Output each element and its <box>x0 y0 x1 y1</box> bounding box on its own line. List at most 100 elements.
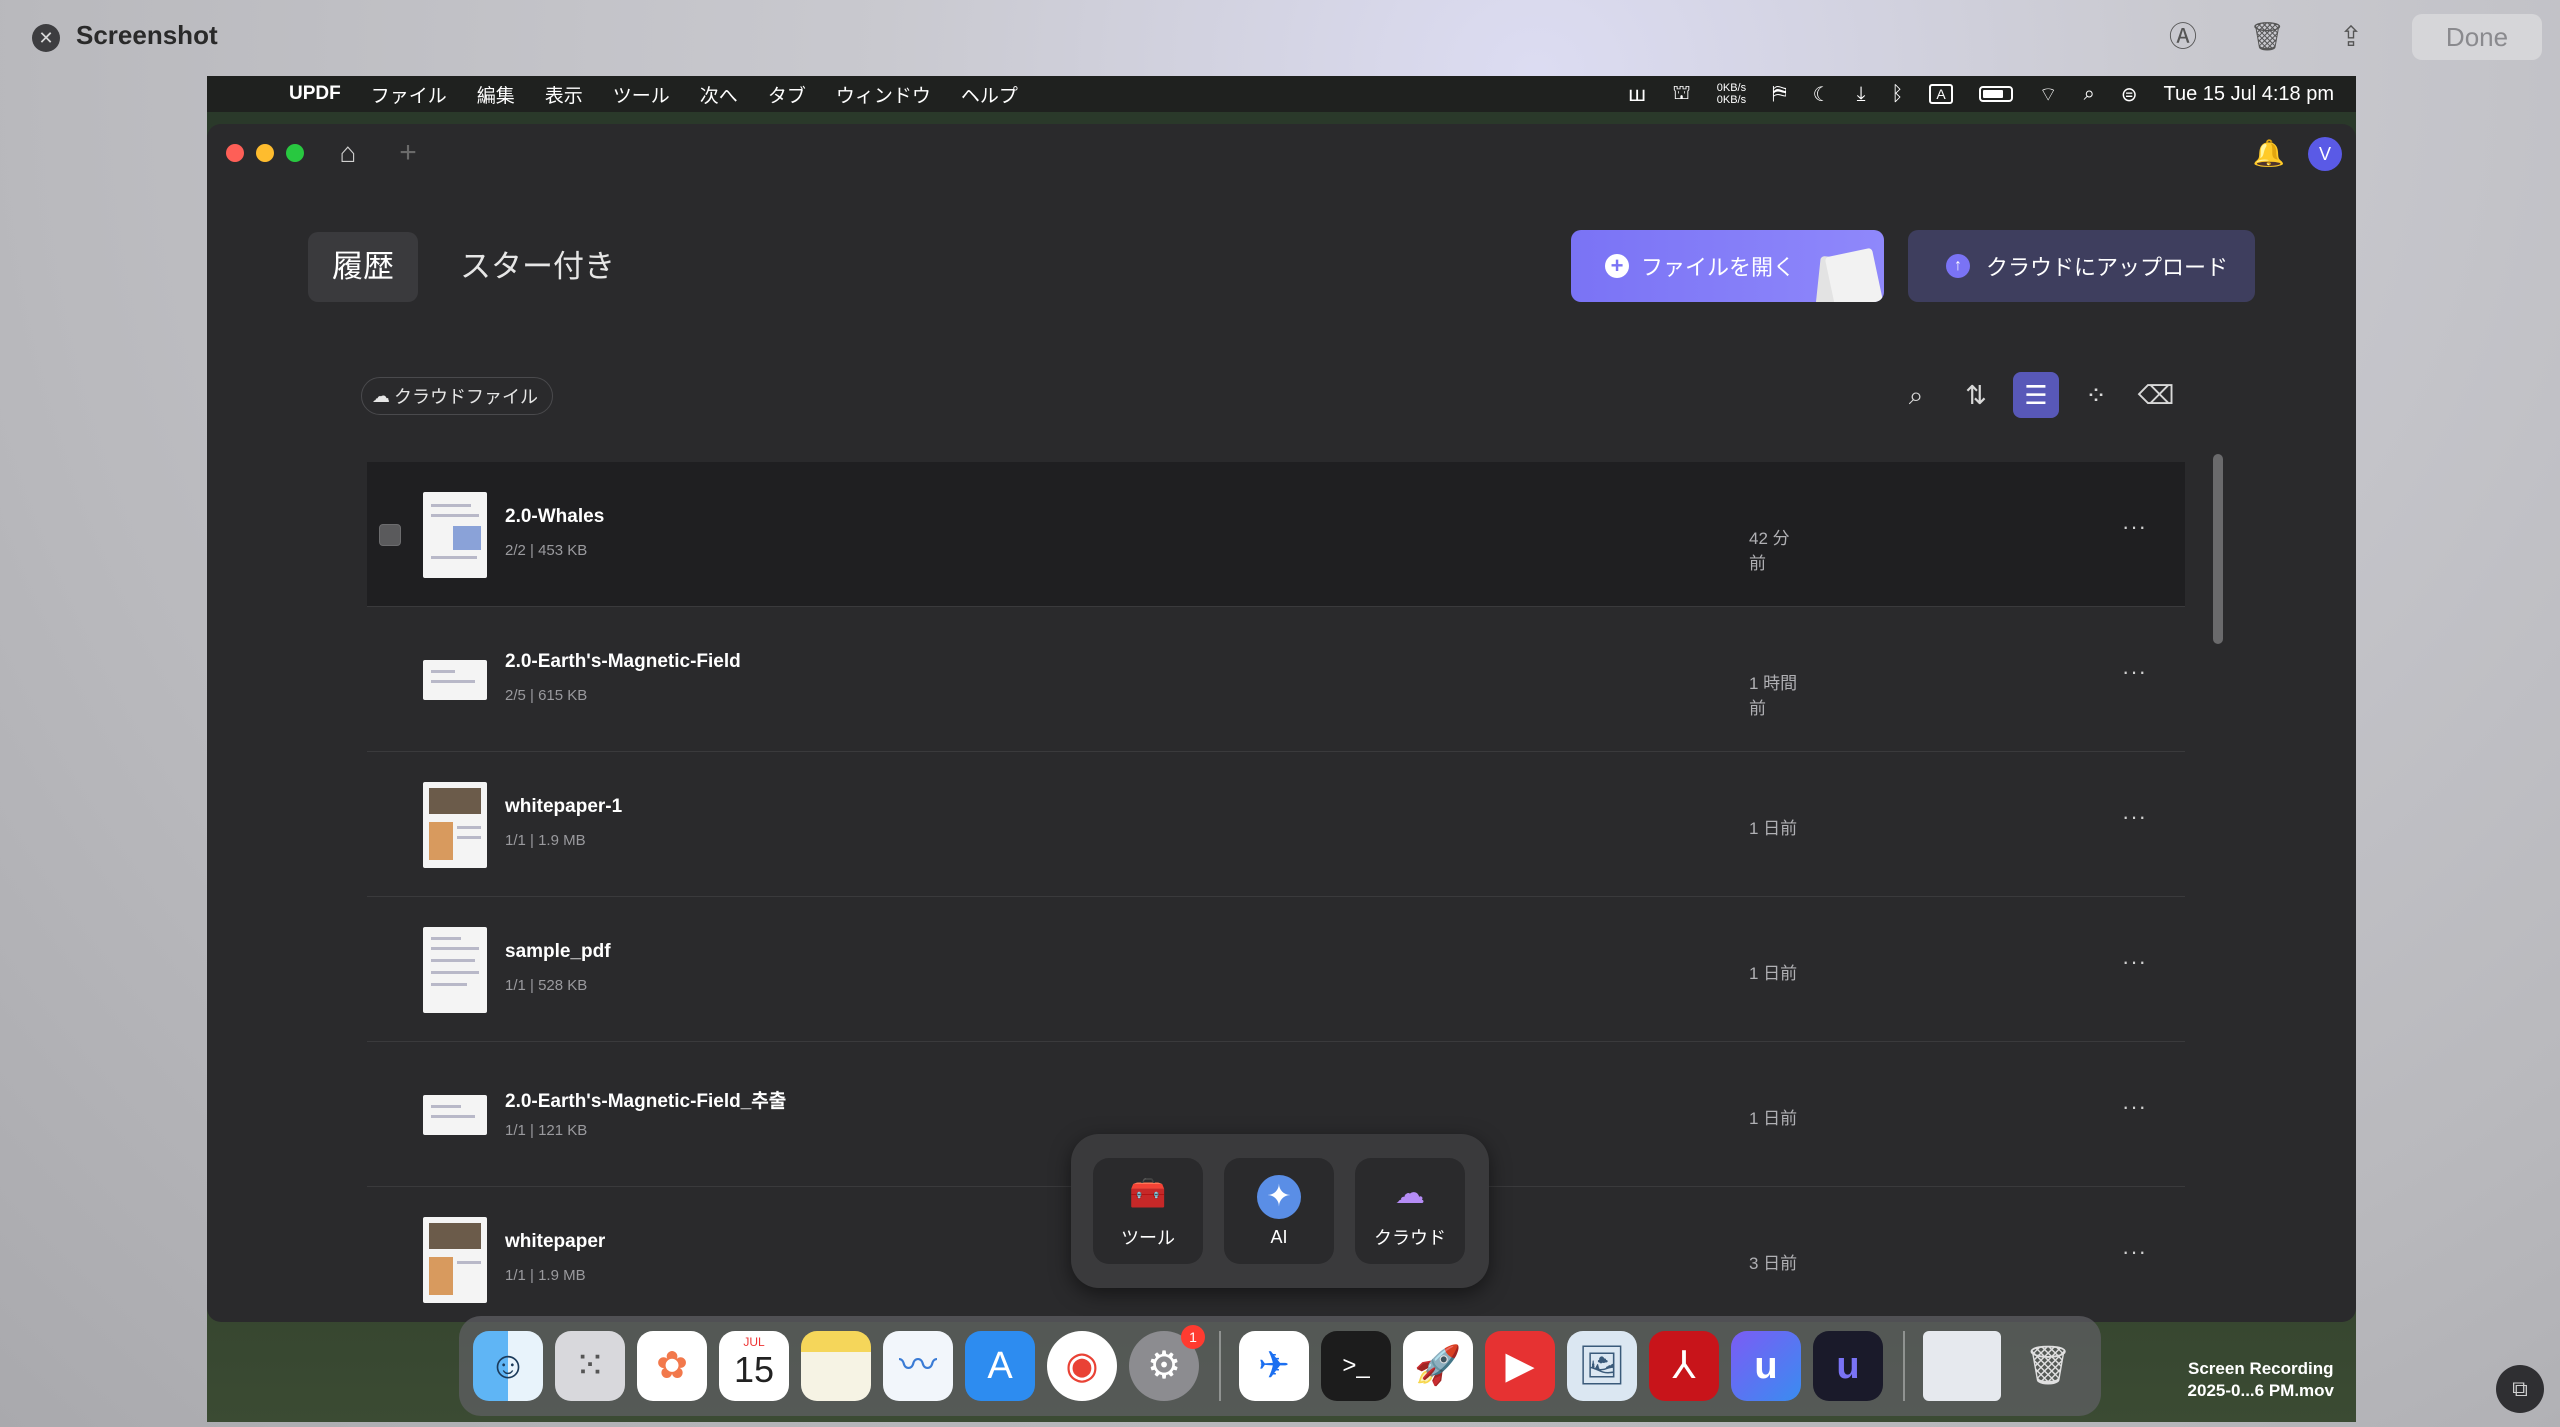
file-thumbnail <box>423 1217 487 1303</box>
markup-icon[interactable]: Ⓐ <box>2160 14 2206 60</box>
tab-starred[interactable]: スター付き <box>436 232 639 302</box>
list-item[interactable]: 2.0-Earth's-Magnetic-Field 2/5 | 615 KB … <box>367 607 2185 752</box>
battery-icon[interactable] <box>1978 86 2013 102</box>
done-button[interactable]: Done <box>2412 14 2542 60</box>
bookmark-icon[interactable]: ⛿ <box>1772 83 1787 106</box>
trash-icon[interactable]: 🗑 <box>2013 1331 2083 1401</box>
more-icon[interactable]: ··· <box>2122 1094 2147 1120</box>
menu-edit[interactable]: 編集 <box>477 81 515 108</box>
file-pages: 2/2 <box>505 542 526 559</box>
menu-tools[interactable]: ツール <box>613 81 670 108</box>
desktop-file-label[interactable]: Screen Recording 2025-0...6 PM.mov <box>2188 1358 2334 1402</box>
more-icon[interactable]: ··· <box>2122 1239 2147 1265</box>
cloud-files-filter[interactable]: ☁ クラウドファイル <box>361 377 553 415</box>
list-item[interactable]: sample_pdf 1/1 | 528 KB 1 日前 ··· <box>367 897 2185 1042</box>
list-toolbar: ⌕ ⇅ ☰ ⁘ ⌫ <box>1893 372 2193 418</box>
zoom-window-button[interactable] <box>286 144 304 162</box>
close-window-button[interactable] <box>226 144 244 162</box>
upload-to-cloud-button[interactable]: ↑ クラウドにアップロード <box>1908 230 2255 302</box>
terminal-icon[interactable]: >_ <box>1321 1331 1391 1401</box>
file-meta: 1/1 | 121 KB <box>505 1122 588 1139</box>
close-icon[interactable]: ✕ <box>32 24 60 52</box>
net-up: 0KB/s <box>1716 82 1747 94</box>
more-icon[interactable]: ··· <box>2122 804 2147 830</box>
search-icon[interactable]: ⌕ <box>1893 372 1939 418</box>
avatar[interactable]: V <box>2308 137 2342 171</box>
more-icon[interactable]: ··· <box>2122 514 2147 540</box>
list-view-icon[interactable]: ☰ <box>2013 372 2059 418</box>
download-icon[interactable]: ⤓ <box>1857 83 1866 106</box>
viewer-title: Screenshot <box>76 20 218 50</box>
finder-icon[interactable]: ☺ <box>473 1331 543 1401</box>
clear-history-icon[interactable]: ⌫ <box>2133 372 2179 418</box>
menu-file[interactable]: ファイル <box>371 81 447 108</box>
app-store-icon[interactable]: A <box>965 1331 1035 1401</box>
notes-icon[interactable] <box>801 1331 871 1401</box>
input-source[interactable]: A <box>1929 84 1953 104</box>
file-pages: 1/1 <box>505 977 526 994</box>
photos-icon[interactable]: ✿ <box>637 1331 707 1401</box>
preview-icon[interactable]: 🖼 <box>1567 1331 1637 1401</box>
list-scrollbar[interactable] <box>2213 454 2223 644</box>
moon-icon[interactable]: ☾ <box>1813 82 1831 107</box>
menu-help[interactable]: ヘルプ <box>961 81 1018 108</box>
spotlight-icon[interactable]: ⌕ <box>2084 83 2095 106</box>
updf-menu-icon[interactable]: ꟺ <box>1628 82 1646 107</box>
upload-label: クラウドにアップロード <box>1986 255 2229 280</box>
bell-icon[interactable]: 🔔 <box>2252 136 2286 170</box>
rocket-icon[interactable]: 🚀 <box>1403 1331 1473 1401</box>
downloads-stack-icon[interactable] <box>1923 1331 2001 1401</box>
menu-tab[interactable]: タブ <box>768 81 806 108</box>
list-item[interactable]: 2.0-Whales 2/2 | 453 KB 42 分前 ··· <box>367 462 2185 607</box>
ai-button[interactable]: ✦ AI <box>1224 1158 1334 1264</box>
dock: ☺ ⁙ ✿ JUL 15 〰 A ◉ ⚙ 1 ✈ >_ 🚀 ▶ 🖼 ⅄ u u … <box>459 1316 2101 1416</box>
updf-icon[interactable]: u <box>1731 1331 1801 1401</box>
minimize-window-button[interactable] <box>256 144 274 162</box>
file-name: sample_pdf <box>505 941 611 962</box>
grid-view-icon[interactable]: ⁘ <box>2073 372 2119 418</box>
network-speed[interactable]: 0KB/s 0KB/s <box>1717 82 1746 106</box>
control-center-icon[interactable]: ⊜ <box>2121 82 2138 107</box>
sort-icon[interactable]: ⇅ <box>1953 372 1999 418</box>
cloud-button[interactable]: ☁ クラウド <box>1355 1158 1465 1264</box>
menu-window[interactable]: ウィンドウ <box>836 81 931 108</box>
file-name: 2.0-Earth's-Magnetic-Field_추출 <box>505 1091 787 1112</box>
system-settings-icon[interactable]: ⚙ 1 <box>1129 1325 1205 1401</box>
launchpad-icon[interactable]: ⁙ <box>555 1331 625 1401</box>
tab-history[interactable]: 履歴 <box>308 232 418 302</box>
list-item[interactable]: whitepaper-1 1/1 | 1.9 MB 1 日前 ··· <box>367 752 2185 897</box>
menu-go[interactable]: 次へ <box>700 81 738 108</box>
dock-separator <box>1903 1331 1905 1401</box>
viewer-tools: Ⓐ 🗑 ⇪ Done <box>2160 14 2560 60</box>
pdf-app-icon[interactable]: ▶ <box>1485 1331 1555 1401</box>
file-pages: 2/5 <box>505 687 526 704</box>
wifi-icon[interactable]: ⌔ <box>2039 82 2058 107</box>
home-icon[interactable]: ⌂ <box>331 136 365 170</box>
cat-icon[interactable]: ⛫ <box>1672 82 1690 107</box>
file-thumbnail <box>423 1095 487 1135</box>
menu-app-name[interactable]: UPDF <box>289 83 341 105</box>
bluetooth-icon[interactable]: ᛒ <box>1891 83 1903 106</box>
more-icon[interactable]: ··· <box>2122 659 2147 685</box>
row-checkbox[interactable] <box>379 524 401 546</box>
open-file-button[interactable]: + ファイルを開く <box>1571 230 1884 302</box>
file-meta: 1/1 | 528 KB <box>505 977 588 994</box>
acrobat-icon[interactable]: ⅄ <box>1649 1331 1719 1401</box>
share-icon[interactable]: ⇪ <box>2328 14 2374 60</box>
updf-icon[interactable]: u <box>1813 1331 1883 1401</box>
viewer-toolbar: ✕ Screenshot Ⓐ 🗑 ⇪ Done <box>0 0 2560 74</box>
tools-button[interactable]: 🧰 ツール <box>1093 1158 1203 1264</box>
trash-icon[interactable]: 🗑 <box>2244 14 2290 60</box>
file-time: 1 日前 <box>1749 1109 1798 1128</box>
mail-icon[interactable]: ✈ <box>1239 1331 1309 1401</box>
updf-window: ⌂ + 🔔 V 履歴 スター付き + ファイルを開く ↑ クラウドにアップロード… <box>207 124 2356 1322</box>
floating-action-bar: 🧰 ツール ✦ AI ☁ クラウド <box>1071 1134 1489 1288</box>
more-icon[interactable]: ··· <box>2122 949 2147 975</box>
menu-view[interactable]: 表示 <box>545 81 583 108</box>
menu-clock[interactable]: Tue 15 Jul 4:18 pm <box>2164 83 2334 106</box>
freeform-icon[interactable]: 〰 <box>883 1331 953 1401</box>
calendar-icon[interactable]: JUL 15 <box>719 1331 789 1401</box>
new-tab-icon[interactable]: + <box>393 136 423 170</box>
live-text-icon[interactable]: ⧉ <box>2496 1365 2544 1413</box>
chrome-icon[interactable]: ◉ <box>1047 1331 1117 1401</box>
